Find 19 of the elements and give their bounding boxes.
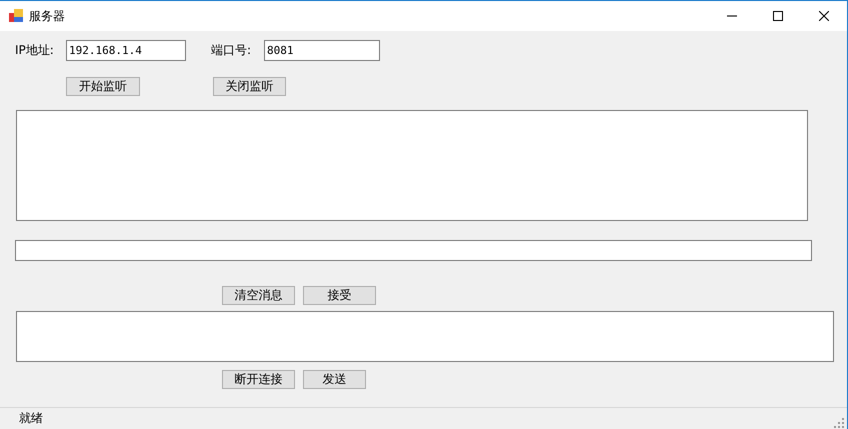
maximize-icon bbox=[773, 11, 783, 21]
action-button[interactable]: 发送 bbox=[303, 370, 366, 389]
window-title: 服务器 bbox=[29, 8, 65, 24]
app-icon bbox=[9, 9, 23, 23]
port-field[interactable]: 8081 bbox=[264, 40, 380, 61]
port-label: 端口号: bbox=[211, 42, 252, 59]
action-button[interactable]: 断开连接 bbox=[222, 370, 295, 389]
action-button[interactable]: 接受 bbox=[303, 286, 376, 305]
action-button[interactable]: 关闭监听 bbox=[213, 77, 286, 96]
text-field[interactable] bbox=[15, 240, 812, 261]
close-icon bbox=[819, 11, 829, 21]
action-button[interactable]: 清空消息 bbox=[222, 286, 295, 305]
message-log[interactable] bbox=[16, 110, 808, 221]
resize-grip-icon[interactable] bbox=[834, 418, 844, 428]
action-button[interactable]: 开始监听 bbox=[66, 77, 140, 96]
ip-field[interactable]: 192.168.1.4 bbox=[66, 40, 186, 61]
send-field[interactable] bbox=[16, 311, 834, 362]
status-text: 就绪 bbox=[19, 410, 43, 427]
ip-label: IP地址: bbox=[15, 42, 55, 59]
